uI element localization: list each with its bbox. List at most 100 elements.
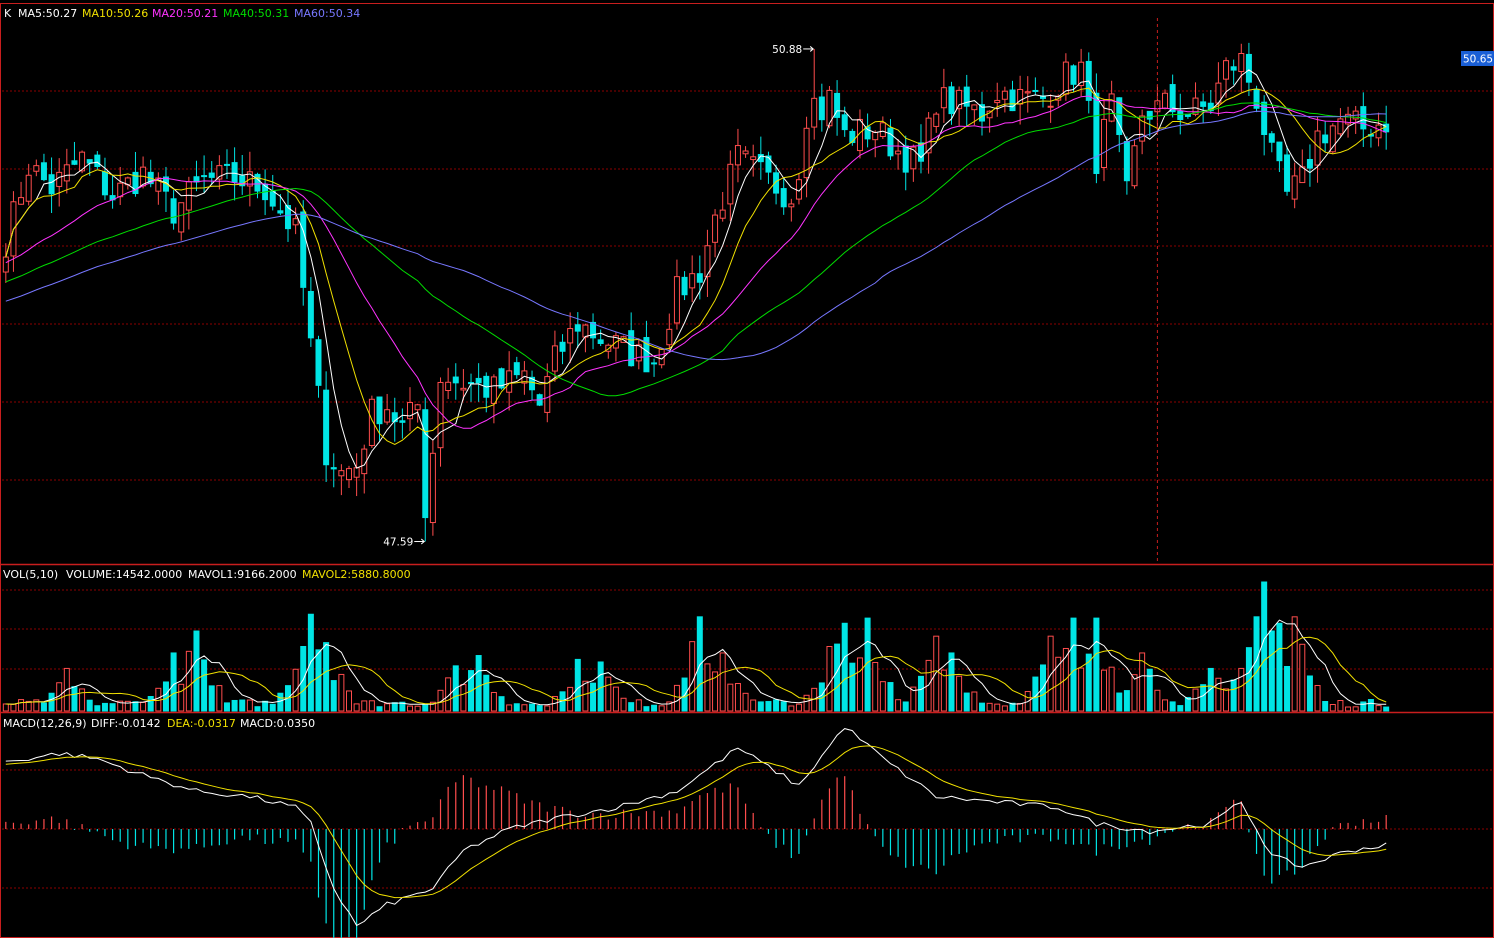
candle bbox=[1238, 43, 1245, 93]
candle bbox=[773, 164, 780, 205]
macd-value: MACD:0.0350 bbox=[240, 717, 315, 730]
volume-bar bbox=[132, 701, 139, 712]
volume-bar bbox=[1314, 685, 1321, 712]
candle-body bbox=[346, 468, 352, 481]
dea-line bbox=[5, 745, 1387, 899]
candle-body bbox=[811, 97, 818, 128]
volume-bar bbox=[994, 703, 1001, 712]
candle bbox=[1352, 105, 1359, 134]
candle-body bbox=[1299, 166, 1306, 184]
candle bbox=[727, 150, 734, 221]
volume-bar bbox=[185, 650, 192, 712]
candle bbox=[361, 444, 368, 494]
ma5-line bbox=[5, 69, 1387, 469]
candle bbox=[1032, 77, 1039, 96]
volume-bar bbox=[574, 658, 581, 712]
candle-body bbox=[56, 171, 63, 187]
volume-bar bbox=[170, 652, 177, 712]
stock-chart-terminal: 50.88 47.59 50.65 K MA5:50.27 MA10:50.26… bbox=[0, 0, 1494, 938]
volume-bar bbox=[1223, 688, 1230, 712]
candle-body bbox=[551, 345, 558, 372]
candle bbox=[1040, 86, 1046, 108]
candle-body bbox=[254, 173, 261, 192]
moving-average-lines bbox=[5, 69, 1387, 469]
candle bbox=[567, 312, 574, 364]
volume-bar bbox=[361, 700, 368, 712]
volume-bar bbox=[346, 690, 352, 712]
candle bbox=[712, 209, 719, 258]
volume-bar bbox=[986, 702, 993, 712]
diff-value: DIFF:-0.0142 bbox=[91, 717, 161, 730]
candle bbox=[109, 174, 116, 209]
candle-body bbox=[1329, 125, 1336, 153]
volume-bar bbox=[750, 699, 757, 712]
volume-bar bbox=[978, 702, 985, 712]
candle bbox=[1367, 128, 1374, 148]
candle-body bbox=[475, 377, 482, 384]
candle-body bbox=[1276, 141, 1283, 162]
candle bbox=[1184, 113, 1191, 119]
outer-frame bbox=[0, 3, 1494, 938]
candle-body bbox=[582, 324, 589, 338]
volume-bar bbox=[895, 699, 902, 712]
candle-body bbox=[895, 150, 902, 155]
candle-body bbox=[292, 218, 299, 226]
candle bbox=[765, 151, 772, 184]
volume-bar bbox=[1047, 635, 1054, 712]
candle-body bbox=[681, 276, 688, 296]
candle-body bbox=[727, 163, 734, 205]
ma40-line bbox=[5, 102, 1387, 397]
candle-body bbox=[117, 182, 124, 198]
candle bbox=[1047, 94, 1054, 123]
candle bbox=[597, 329, 604, 347]
candle bbox=[170, 190, 177, 230]
candle bbox=[368, 395, 375, 448]
candle bbox=[71, 141, 78, 166]
kline-legend: K MA5:50.27 MA10:50.26 MA20:50.21 MA40:5… bbox=[4, 7, 360, 20]
volume-bars[interactable] bbox=[2, 581, 1390, 712]
candle bbox=[1024, 76, 1031, 113]
volume-bar bbox=[384, 703, 391, 712]
candle bbox=[1131, 140, 1138, 189]
volume-bar bbox=[1001, 705, 1008, 712]
candle bbox=[673, 259, 680, 330]
chart-canvas[interactable]: 50.88 47.59 50.65 K MA5:50.27 MA10:50.26… bbox=[0, 0, 1494, 938]
volume-bar bbox=[948, 652, 955, 712]
candle-body bbox=[1047, 105, 1054, 108]
candle bbox=[101, 157, 108, 200]
candle bbox=[33, 159, 40, 177]
volume-bar bbox=[872, 661, 879, 712]
candle bbox=[933, 111, 940, 133]
candle bbox=[178, 202, 185, 241]
candle-body bbox=[765, 155, 772, 173]
candle bbox=[1291, 162, 1298, 209]
candlestick-series[interactable] bbox=[2, 42, 1390, 542]
volume-bar bbox=[719, 652, 726, 712]
candle-body bbox=[1093, 92, 1100, 174]
volume-bar bbox=[1345, 706, 1352, 712]
candle bbox=[162, 166, 169, 212]
grid-lines bbox=[2, 90, 1494, 889]
candle bbox=[124, 176, 131, 190]
volume-bar bbox=[376, 706, 383, 712]
volume-bar bbox=[544, 705, 551, 712]
candle-body bbox=[1070, 65, 1077, 85]
candle-body bbox=[673, 276, 680, 324]
candle-body bbox=[956, 89, 963, 110]
candle-body bbox=[269, 190, 276, 207]
candle bbox=[902, 135, 909, 191]
candle-body bbox=[597, 339, 604, 344]
candle bbox=[689, 255, 696, 303]
candle-body bbox=[1306, 158, 1313, 169]
volume-bar bbox=[460, 684, 467, 712]
volume-bar bbox=[1375, 705, 1382, 712]
candle-body bbox=[330, 467, 337, 470]
macd-histogram[interactable] bbox=[5, 775, 1387, 938]
candle-body bbox=[1238, 52, 1245, 73]
volume-bar bbox=[1337, 700, 1344, 712]
last-price-value: 50.65 bbox=[1463, 54, 1493, 66]
volume-bar bbox=[1154, 689, 1161, 712]
candle bbox=[704, 229, 711, 297]
candle bbox=[452, 363, 459, 400]
candle-body bbox=[734, 145, 741, 166]
